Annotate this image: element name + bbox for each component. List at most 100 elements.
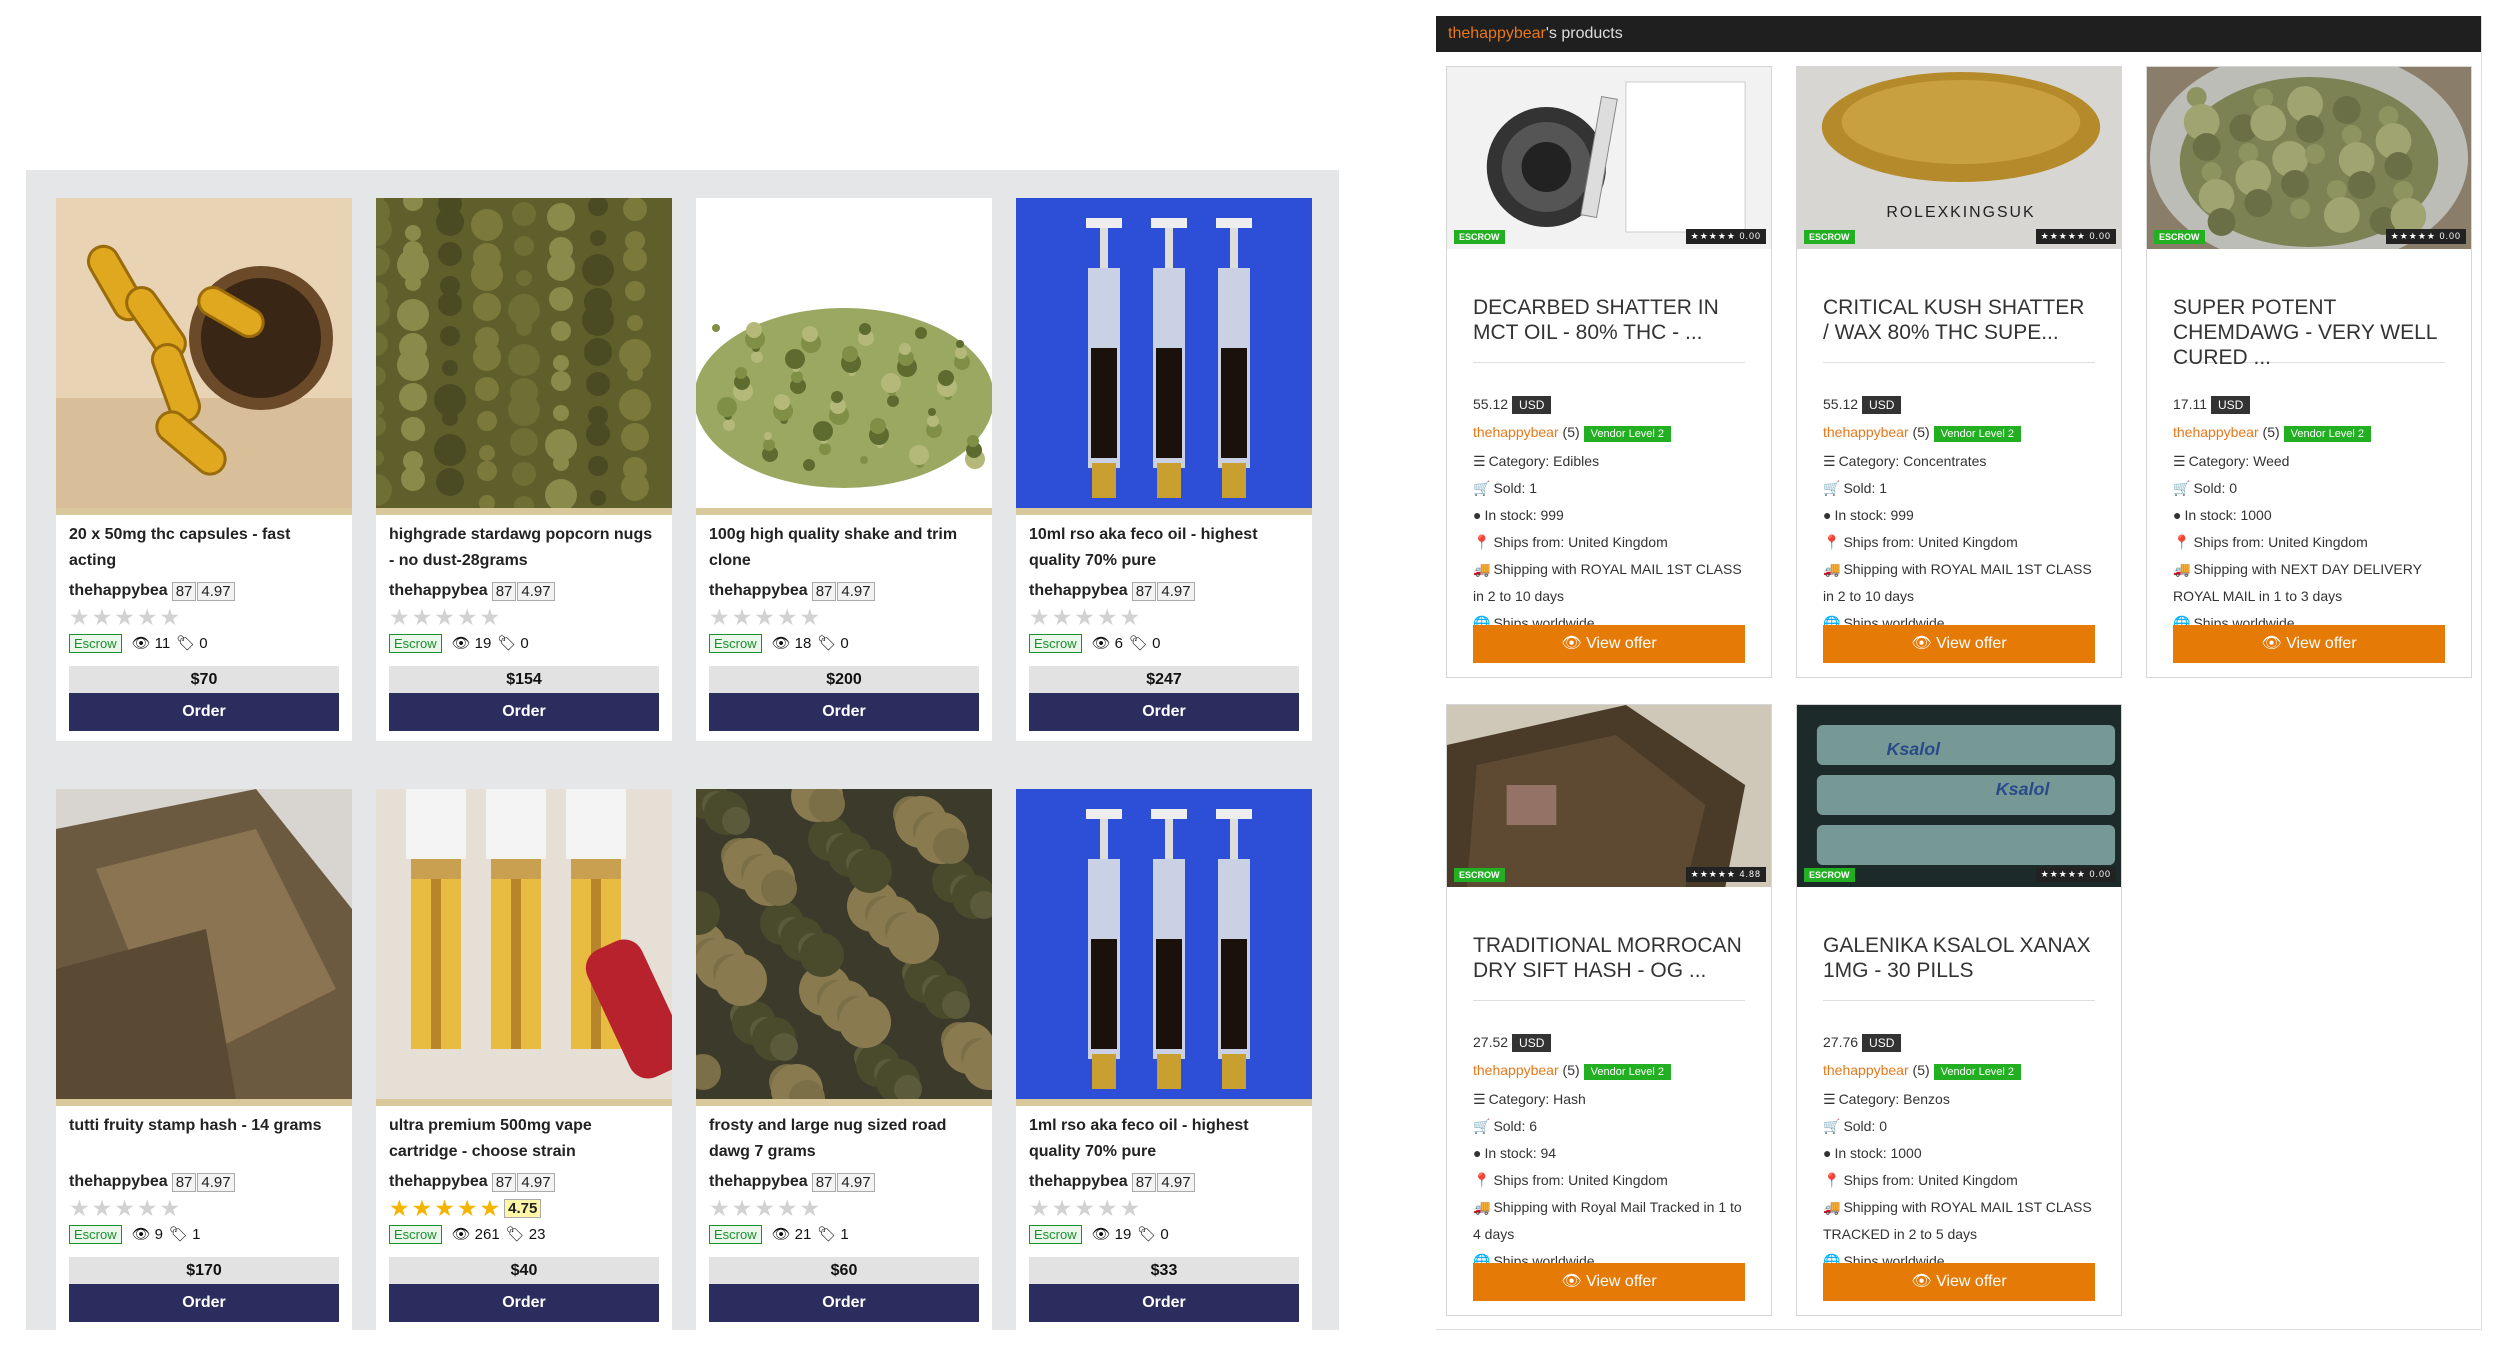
view-offer-button[interactable]: 👁 View offer: [1473, 1263, 1745, 1301]
product-image[interactable]: [376, 198, 672, 508]
vendor-link[interactable]: thehappybear: [1473, 1062, 1559, 1078]
product-title[interactable]: 1ml rso aka feco oil - highest quality 7…: [1029, 1113, 1299, 1165]
vendor-level-badge: Vendor Level 2: [1583, 426, 1672, 442]
product-image[interactable]: [1016, 789, 1312, 1099]
offer-image[interactable]: ESCROW ★★★★★ 0.00: [2147, 67, 2471, 249]
escrow-badge: Escrow: [709, 1224, 762, 1244]
vendor-name[interactable]: thehappybea: [709, 1173, 808, 1191]
view-offer-button[interactable]: 👁 View offer: [2173, 625, 2445, 663]
offer-image[interactable]: Ksalol Ksalol ESCROW ★★★★★ 0.00: [1797, 705, 2121, 887]
list-icon: ☰: [1823, 453, 1836, 469]
vendor-name[interactable]: thehappybea: [69, 582, 168, 600]
escrow-badge: Escrow: [1029, 633, 1082, 653]
order-button[interactable]: Order: [389, 1284, 659, 1322]
vendor-count: 87: [491, 581, 517, 601]
truck-icon: 🚚: [1473, 1199, 1491, 1215]
offer-ships-from: Ships from: United Kingdom: [2193, 534, 2368, 550]
offer-title[interactable]: GALENIKA KSALOL XANAX 1MG - 30 PILLS: [1823, 933, 2095, 1001]
product-image[interactable]: [696, 198, 992, 508]
escrow-badge: Escrow: [709, 633, 762, 653]
vendor-name[interactable]: thehappybea: [69, 1173, 168, 1191]
product-image[interactable]: [56, 198, 352, 508]
product-image[interactable]: [56, 789, 352, 1099]
view-count: 261: [474, 1225, 500, 1243]
offer-title[interactable]: CRITICAL KUSH SHATTER / WAX 80% THC SUPE…: [1823, 295, 2095, 363]
vendor-link[interactable]: thehappybear: [2173, 424, 2259, 440]
vendor-name[interactable]: thehappybea: [389, 582, 488, 600]
product-title[interactable]: ultra premium 500mg vape cartridge - cho…: [389, 1113, 659, 1165]
truck-icon: 🚚: [1823, 1199, 1841, 1215]
vendor-row: thehappybea 87 4.97: [389, 1171, 659, 1193]
offer-card: ESCROW ★★★★★ 0.00 SUPER POTENT CHEMDAWG …: [2146, 66, 2472, 678]
view-offer-button[interactable]: 👁 View offer: [1823, 625, 2095, 663]
order-button[interactable]: Order: [709, 1284, 979, 1322]
view-offer-label: View offer: [1586, 1273, 1657, 1290]
vendor-name[interactable]: thehappybea: [389, 1173, 488, 1191]
vendor-link[interactable]: thehappybear: [1823, 1062, 1909, 1078]
product-rating-stars: ★★★★★: [69, 1195, 183, 1221]
product-stats: Escrow 👁 19 🏷 0: [389, 632, 659, 654]
tag-icon: 🏷: [1137, 1226, 1157, 1243]
vendor-link[interactable]: thehappybear: [1823, 424, 1909, 440]
order-button[interactable]: Order: [1029, 1284, 1299, 1322]
eye-icon: 👁: [1091, 1226, 1111, 1243]
product-card: 20 x 50mg thc capsules - fast acting the…: [56, 198, 352, 741]
product-price: $40: [389, 1257, 659, 1284]
product-image[interactable]: [1016, 198, 1312, 508]
image-divider: [1016, 1099, 1312, 1106]
offer-image[interactable]: ESCROW ★★★★★ 4.88: [1447, 705, 1771, 887]
view-offer-button[interactable]: 👁 View offer: [1823, 1263, 2095, 1301]
product-title[interactable]: highgrade stardawg popcorn nugs - no dus…: [389, 522, 659, 574]
location-pin-icon: 📍: [1823, 534, 1841, 550]
vendor-name[interactable]: thehappybea: [1029, 1173, 1128, 1191]
order-button[interactable]: Order: [69, 693, 339, 731]
vendor-count: 87: [171, 581, 197, 601]
offer-title[interactable]: SUPER POTENT CHEMDAWG - VERY WELL CURED …: [2173, 295, 2445, 369]
order-button[interactable]: Order: [709, 693, 979, 731]
sales-count: 0: [1152, 634, 1161, 652]
offer-shipping: Shipping with NEXT DAY DELIVERY ROYAL MA…: [2173, 561, 2422, 604]
image-divider: [56, 1099, 352, 1106]
offer-title[interactable]: DECARBED SHATTER IN MCT OIL - 80% THC - …: [1473, 295, 1745, 363]
order-button[interactable]: Order: [1029, 693, 1299, 731]
product-title[interactable]: 20 x 50mg thc capsules - fast acting: [69, 522, 339, 574]
vendor-row: thehappybea 87 4.97: [69, 1171, 339, 1193]
eye-icon: 👁: [1561, 635, 1587, 652]
vendor-rating: 4.97: [197, 581, 235, 601]
product-title[interactable]: tutti fruity stamp hash - 14 grams: [69, 1113, 339, 1165]
product-title[interactable]: 100g high quality shake and trim clone: [709, 522, 979, 574]
order-button[interactable]: Order: [389, 693, 659, 731]
vendor-name[interactable]: thehappybea: [1029, 582, 1128, 600]
cart-icon: 🛒: [1473, 1118, 1491, 1134]
eye-icon: 👁: [1561, 1273, 1587, 1290]
order-button[interactable]: Order: [69, 1284, 339, 1322]
escrow-badge: Escrow: [389, 1224, 442, 1244]
rating-badge: ★★★★★ 0.00: [2385, 229, 2466, 244]
product-price: $60: [709, 1257, 979, 1284]
view-offer-label: View offer: [1586, 635, 1657, 652]
product-image[interactable]: [376, 789, 672, 1099]
offer-category: Category: Benzos: [1838, 1091, 1950, 1107]
eye-icon: 👁: [771, 1226, 791, 1243]
offer-title[interactable]: TRADITIONAL MORROCAN DRY SIFT HASH - OG …: [1473, 933, 1745, 1001]
product-stats: Escrow 👁 11 🏷 0: [69, 632, 339, 654]
vendor-name-link[interactable]: thehappybear: [1448, 25, 1546, 42]
vendor-name[interactable]: thehappybea: [709, 582, 808, 600]
offer-price: 27.76: [1823, 1034, 1859, 1050]
list-icon: ☰: [2173, 453, 2186, 469]
offer-image[interactable]: ESCROW ★★★★★ 0.00: [1447, 67, 1771, 249]
offer-image[interactable]: ROLEXKINGSUK ESCROW ★★★★★ 0.00: [1797, 67, 2121, 249]
product-title[interactable]: 10ml rso aka feco oil - highest quality …: [1029, 522, 1299, 574]
view-count: 19: [1114, 1225, 1132, 1243]
tag-icon: 🏷: [169, 1226, 189, 1243]
rating-badge: ★★★★★ 0.00: [2035, 867, 2116, 882]
sales-count: 0: [520, 634, 529, 652]
product-image[interactable]: [696, 789, 992, 1099]
view-offer-button[interactable]: 👁 View offer: [1473, 625, 1745, 663]
product-card: 10ml rso aka feco oil - highest quality …: [1016, 198, 1312, 741]
vendor-link[interactable]: thehappybear: [1473, 424, 1559, 440]
product-title[interactable]: frosty and large nug sized road dawg 7 g…: [709, 1113, 979, 1165]
offer-card: ROLEXKINGSUK ESCROW ★★★★★ 0.00 CRITICAL …: [1796, 66, 2122, 678]
product-grid: 20 x 50mg thc capsules - fast acting the…: [56, 198, 1312, 1332]
offer-stock: In stock: 1000: [2184, 507, 2272, 523]
